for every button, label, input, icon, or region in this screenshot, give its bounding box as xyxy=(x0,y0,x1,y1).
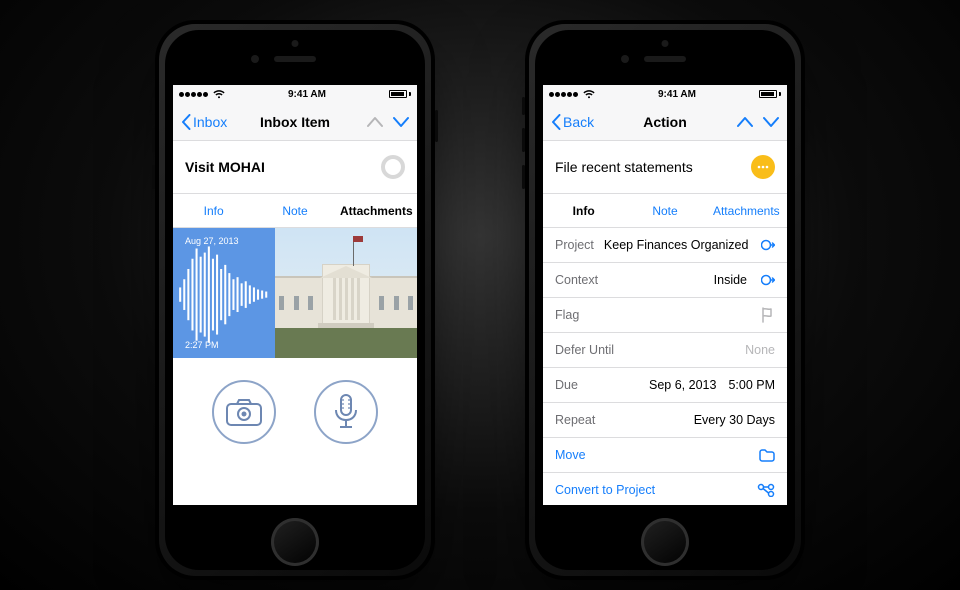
back-label: Inbox xyxy=(193,114,227,130)
status-time: 9:41 AM xyxy=(658,89,696,100)
home-button[interactable] xyxy=(271,518,319,566)
next-item-button[interactable] xyxy=(393,116,409,128)
nav-header: Back Action xyxy=(543,103,787,141)
tab-info[interactable]: Info xyxy=(173,194,254,227)
signal-dots-icon xyxy=(549,89,579,100)
row-label: Defer Until xyxy=(555,343,614,357)
tab-info[interactable]: Info xyxy=(543,194,624,227)
row-context[interactable]: Context Inside xyxy=(543,263,787,298)
item-title[interactable]: Visit MOHAI xyxy=(185,159,265,175)
item-title[interactable]: File recent statements xyxy=(555,159,693,175)
chevron-down-icon xyxy=(763,116,779,128)
audio-time: 2:27 PM xyxy=(185,340,219,350)
screen-left: 9:41 AM Inbox Inbox Item xyxy=(173,85,417,505)
tab-attachments[interactable]: Attachments xyxy=(336,194,417,227)
due-date: Sep 6, 2013 xyxy=(649,378,716,392)
row-flag[interactable]: Flag xyxy=(543,298,787,333)
flag-icon xyxy=(761,307,775,323)
convert-icon xyxy=(757,483,775,497)
row-repeat[interactable]: Repeat Every 30 Days xyxy=(543,403,787,438)
tab-note[interactable]: Note xyxy=(624,194,705,227)
item-head: Visit MOHAI xyxy=(173,141,417,194)
folder-icon xyxy=(759,449,775,462)
phone-left: 9:41 AM Inbox Inbox Item xyxy=(155,20,435,580)
due-time: 5:00 PM xyxy=(728,378,775,392)
row-label: Due xyxy=(555,378,578,392)
nav-title: Action xyxy=(643,114,687,130)
row-label: Project xyxy=(555,238,594,252)
signal-dots-icon xyxy=(179,89,209,100)
row-value: None xyxy=(745,343,775,357)
chevron-left-icon xyxy=(181,114,191,130)
disclosure-icon xyxy=(761,238,775,252)
row-defer[interactable]: Defer Until None xyxy=(543,333,787,368)
tab-note[interactable]: Note xyxy=(254,194,335,227)
completion-checkbox[interactable] xyxy=(381,155,405,179)
row-value: Every 30 Days xyxy=(694,413,775,427)
audio-attachment[interactable]: Aug 27, 2013 2:27 PM xyxy=(173,228,275,358)
chevron-up-icon xyxy=(367,116,383,128)
row-convert[interactable]: Convert to Project xyxy=(543,473,787,505)
status-bar: 9:41 AM xyxy=(543,85,787,103)
microphone-icon xyxy=(333,394,359,430)
status-time: 9:41 AM xyxy=(288,89,326,100)
screen-right: 9:41 AM Back Action xyxy=(543,85,787,505)
row-move[interactable]: Move xyxy=(543,438,787,473)
camera-button[interactable] xyxy=(212,380,276,444)
nav-header: Inbox Inbox Item xyxy=(173,103,417,141)
ellipsis-icon xyxy=(757,165,769,169)
wifi-icon xyxy=(213,90,225,99)
row-label: Context xyxy=(555,273,598,287)
action-label: Convert to Project xyxy=(555,483,655,497)
tab-attachments[interactable]: Attachments xyxy=(706,194,787,227)
battery-icon xyxy=(759,90,781,98)
status-bar: 9:41 AM xyxy=(173,85,417,103)
phone-right: 9:41 AM Back Action xyxy=(525,20,805,580)
back-button[interactable]: Back xyxy=(551,114,594,130)
photo-attachment[interactable] xyxy=(275,228,417,358)
battery-icon xyxy=(389,90,411,98)
back-button[interactable]: Inbox xyxy=(181,114,227,130)
back-label: Back xyxy=(563,114,594,130)
prev-item-button[interactable] xyxy=(737,116,753,128)
attachments-row: Aug 27, 2013 2:27 PM xyxy=(173,228,417,358)
tabs: Info Note Attachments xyxy=(543,194,787,228)
row-due[interactable]: Due Sep 6, 2013 5:00 PM xyxy=(543,368,787,403)
capture-row xyxy=(173,358,417,466)
row-label: Flag xyxy=(555,308,579,322)
microphone-button[interactable] xyxy=(314,380,378,444)
row-label: Repeat xyxy=(555,413,595,427)
next-item-button[interactable] xyxy=(763,116,779,128)
chevron-up-icon xyxy=(737,116,753,128)
chevron-left-icon xyxy=(551,114,561,130)
home-button[interactable] xyxy=(641,518,689,566)
row-value: Keep Finances Organized xyxy=(604,238,749,252)
item-head: File recent statements xyxy=(543,141,787,194)
disclosure-icon xyxy=(761,273,775,287)
prev-item-button[interactable] xyxy=(367,116,383,128)
camera-icon xyxy=(226,398,262,426)
tabs: Info Note Attachments xyxy=(173,194,417,228)
row-value: Inside xyxy=(714,273,747,287)
row-project[interactable]: Project Keep Finances Organized xyxy=(543,228,787,263)
status-indicator[interactable] xyxy=(751,155,775,179)
action-label: Move xyxy=(555,448,586,462)
chevron-down-icon xyxy=(393,116,409,128)
nav-title: Inbox Item xyxy=(260,114,330,130)
wifi-icon xyxy=(583,90,595,99)
